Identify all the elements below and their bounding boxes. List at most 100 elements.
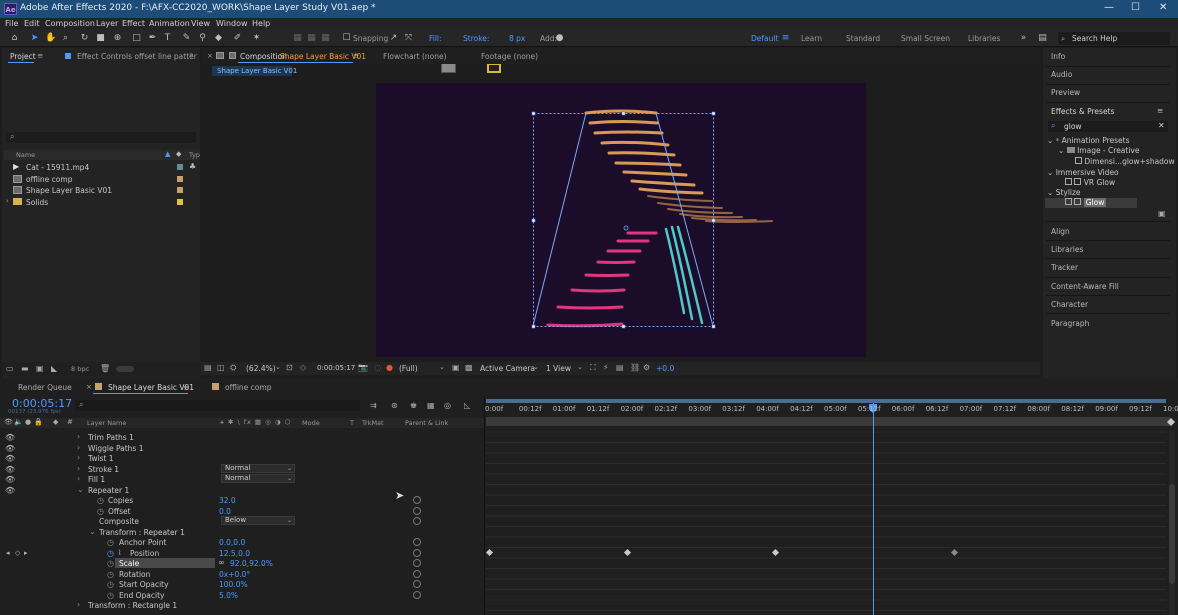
snapping-checkbox[interactable]: ☐ [341, 33, 352, 44]
roto-brush-icon[interactable]: ✐ [232, 33, 243, 44]
project-item-video[interactable]: ▶ Cat - 15911.mp4 ♣ [6, 162, 198, 173]
snap-feature-icon[interactable]: ⤧ [403, 33, 414, 44]
chevron-down-icon[interactable]: ⌄ [439, 363, 445, 371]
prop-value[interactable]: 5.0% [219, 591, 238, 600]
tab-effect-controls[interactable]: Effect Controls offset line patter [77, 52, 197, 61]
reset-exposure-icon[interactable]: ⚙ [643, 363, 650, 372]
menu-file[interactable]: File [5, 19, 18, 28]
visibility-eye-icon[interactable]: 👁 [5, 433, 15, 442]
menu-window[interactable]: Window [216, 19, 248, 28]
camera-select[interactable]: Active Camera [480, 364, 535, 373]
workspace-small-screen[interactable]: Small Screen [901, 34, 950, 43]
layer-switches-icon[interactable]: ⚹ ✱ \ fx ▦ ◎ ◑ ⬡ [220, 418, 291, 427]
effects-search-input[interactable]: ⌕ glow ✕ [1048, 121, 1168, 132]
timeline-icon[interactable]: ▤ [616, 363, 624, 372]
tab-render-queue[interactable]: Render Queue [18, 383, 72, 392]
exposure-value[interactable]: +0.0 [656, 364, 674, 373]
mask-visibility-icon[interactable]: ◇ [300, 363, 306, 372]
safe-zones-icon[interactable]: ⊡ [286, 363, 293, 372]
minimize-icon[interactable]: — [1104, 2, 1114, 13]
prop-wiggle-paths[interactable]: 👁 › Wiggle Paths 1 [0, 443, 484, 453]
tree-glow-selected[interactable]: Glow [1045, 198, 1137, 208]
pick-whip-icon[interactable] [413, 496, 421, 504]
interpret-footage-icon[interactable]: ▭ [6, 364, 14, 373]
zoom-level[interactable]: (62.4%) [246, 364, 276, 373]
video-switch-icon[interactable]: 👁 [4, 418, 13, 426]
workspace-menu-icon[interactable]: ≡ [780, 33, 791, 44]
timeline-scrollbar[interactable] [1169, 430, 1175, 615]
chevron-down-icon[interactable]: ⌄ [77, 485, 84, 494]
toggle-pixel-aspect-icon[interactable]: ⛶ [590, 363, 596, 373]
tree-image-creative[interactable]: ⌄ Image - Creative [1058, 146, 1139, 155]
label-swatch[interactable] [177, 176, 183, 182]
sort-ascending-icon[interactable]: ▲ [165, 150, 170, 158]
prop-value[interactable]: 32.0 [219, 496, 236, 505]
panel-paragraph[interactable]: Paragraph [1051, 319, 1089, 328]
pick-whip-icon[interactable] [413, 590, 421, 599]
panel-audio[interactable]: Audio [1051, 70, 1072, 79]
pick-whip-icon[interactable] [413, 559, 421, 567]
clear-search-icon[interactable]: ✕ [1158, 121, 1165, 130]
stopwatch-icon[interactable]: ◷ [97, 496, 104, 505]
pick-whip-icon[interactable] [413, 506, 421, 515]
camera-tool-icon[interactable]: ■ [95, 33, 106, 44]
more-workspaces-icon[interactable]: » [1018, 33, 1029, 44]
bpc-label[interactable]: 8 bpc [71, 365, 89, 373]
pick-whip-icon[interactable] [413, 548, 421, 557]
menu-edit[interactable]: Edit [24, 19, 40, 28]
prop-rotation[interactable]: ◷ Rotation 0x+0.0° [0, 569, 484, 579]
panel-menu-icon[interactable]: ≡ [37, 51, 43, 60]
flowchart-icon[interactable]: ⛓ [630, 363, 640, 372]
prop-anchor-point[interactable]: ◷ Anchor Point 0.0,0.0 [0, 537, 484, 547]
project-item-offline-comp[interactable]: offline comp [6, 174, 198, 185]
time-navigator[interactable] [486, 417, 1170, 426]
visibility-eye-icon[interactable]: 👁 [5, 465, 15, 474]
new-bin-icon[interactable]: ▣ [1158, 209, 1166, 218]
constrain-proportions-icon[interactable]: ∞ [218, 558, 225, 567]
fast-preview-icon[interactable]: ⚡ [603, 363, 609, 372]
workspace-standard[interactable]: Standard [846, 34, 880, 43]
label-swatch[interactable] [177, 199, 183, 205]
prop-end-opacity[interactable]: ◷ End Opacity 5.0% [0, 590, 484, 600]
layer-number-icon[interactable]: # [67, 418, 73, 426]
menu-layer[interactable]: Layer [96, 19, 118, 28]
workspace-libraries[interactable]: Libraries [968, 34, 1000, 43]
menu-animation[interactable]: Animation [149, 19, 190, 28]
tree-animation-presets[interactable]: ⌄ * Animation Presets [1047, 136, 1130, 145]
new-folder-icon[interactable]: ▬ [21, 364, 29, 373]
color-channel-icon[interactable]: ● [386, 363, 393, 372]
stopwatch-icon[interactable]: ◷ [107, 570, 114, 579]
snapshot-icon[interactable]: 📷 [358, 363, 368, 372]
visibility-eye-icon[interactable]: 👁 [5, 475, 15, 484]
menu-help[interactable]: Help [252, 19, 270, 28]
prop-transform-rectangle[interactable]: › Transform : Rectangle 1 [0, 600, 484, 610]
col-trkmat[interactable]: TrkMat [362, 419, 384, 427]
visibility-eye-icon[interactable]: 👁 [5, 454, 15, 463]
always-preview-icon[interactable]: ▤ [204, 363, 212, 372]
lock-icon[interactable] [216, 52, 224, 59]
region-of-interest-icon[interactable]: ▣ [452, 363, 460, 372]
prop-value[interactable]: 0.0 [219, 507, 231, 516]
prop-start-opacity[interactable]: ◷ Start Opacity 100.0% [0, 579, 484, 589]
close-icon[interactable]: ✕ [1159, 2, 1167, 13]
tab-footage[interactable]: Footage (none) [481, 52, 538, 61]
tab-project[interactable]: Project [10, 52, 36, 61]
panel-menu-icon[interactable]: ≡ [1157, 106, 1163, 115]
thumbnail-slider[interactable] [116, 366, 134, 372]
new-comp-icon[interactable]: ▣ [36, 364, 44, 373]
rotate-tool-icon[interactable]: ↻ [79, 33, 90, 44]
label-swatch[interactable] [177, 164, 183, 170]
vr-icon[interactable]: ◫ [217, 363, 225, 372]
project-item-shape-comp[interactable]: Shape Layer Basic V01 [6, 185, 198, 196]
col-parent-link[interactable]: Parent & Link [405, 419, 448, 427]
panel-menu-icon[interactable]: ≡ [183, 383, 189, 392]
label-swatch[interactable] [177, 187, 183, 193]
composition-canvas[interactable] [376, 83, 866, 357]
pan-behind-tool-icon[interactable]: ⊕ [112, 33, 123, 44]
panel-tracker[interactable]: Tracker [1051, 263, 1078, 272]
tab-flowchart[interactable]: Flowchart (none) [383, 52, 447, 61]
pick-whip-icon[interactable] [413, 580, 421, 588]
transparency-grid-icon[interactable]: ▩ [465, 363, 473, 372]
add-keyframe-icon[interactable]: ◇ [15, 549, 20, 557]
chevron-right-icon[interactable]: › [77, 474, 80, 483]
